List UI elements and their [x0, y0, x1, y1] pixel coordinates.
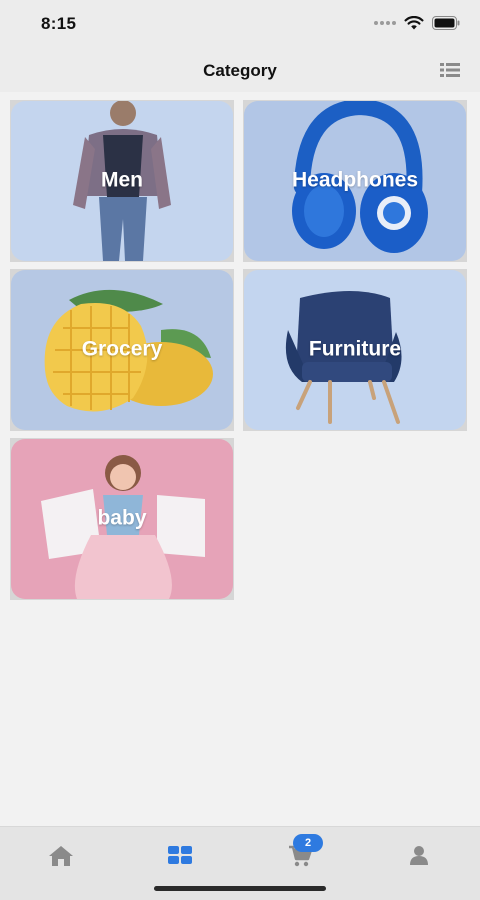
category-label: Furniture — [308, 337, 402, 361]
category-label: Men — [101, 168, 143, 192]
page-title: Category — [203, 61, 277, 80]
tab-categories[interactable] — [150, 845, 210, 875]
category-card-headphones[interactable]: Headphones — [243, 100, 467, 262]
category-card-furniture[interactable]: Furniture — [243, 269, 467, 431]
home-indicator — [154, 886, 326, 891]
cart-badge: 2 — [293, 834, 323, 852]
battery-icon — [432, 16, 460, 30]
category-label: baby — [97, 506, 147, 530]
cellular-signal-icon — [374, 21, 396, 25]
grid-icon — [168, 846, 192, 864]
status-indicators — [374, 16, 460, 30]
category-card-men[interactable]: Men — [10, 100, 234, 262]
tab-profile[interactable] — [389, 845, 449, 875]
nav-header: Category — [0, 48, 480, 92]
category-label: Grocery — [81, 337, 163, 361]
tab-home[interactable] — [31, 845, 91, 875]
status-bar: 8:15 — [0, 0, 480, 48]
category-card-grocery[interactable]: Grocery — [10, 269, 234, 431]
user-icon — [410, 846, 428, 865]
screen: 8:15 Category Men Headphones Grocery Fur… — [0, 0, 480, 900]
home-icon — [49, 846, 73, 866]
category-card-baby[interactable]: baby — [10, 438, 234, 600]
status-time: 8:15 — [41, 14, 77, 33]
wifi-icon — [404, 16, 424, 30]
list-view-icon[interactable] — [440, 62, 460, 78]
category-label: Headphones — [291, 168, 419, 192]
